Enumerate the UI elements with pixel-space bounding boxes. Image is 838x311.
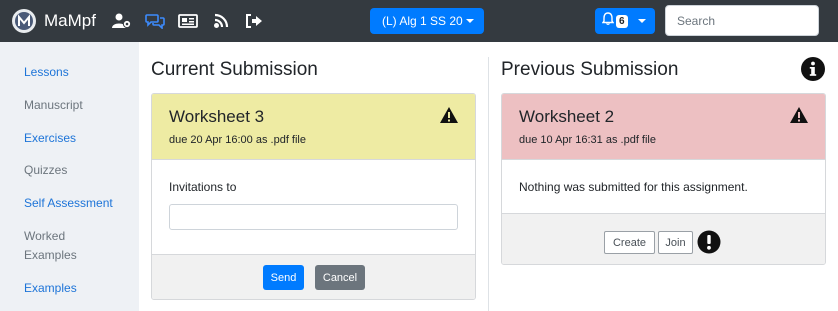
- send-button[interactable]: Send: [263, 265, 304, 290]
- sidebar-item-worked-examples: Worked Examples: [24, 229, 77, 262]
- user-cog-icon[interactable]: [111, 11, 132, 31]
- previous-submission-heading: Previous Submission: [501, 59, 679, 80]
- join-button[interactable]: Join: [658, 231, 693, 254]
- notification-count-badge: 6: [616, 14, 628, 28]
- info-icon[interactable]: [800, 56, 826, 82]
- search-input[interactable]: [665, 5, 819, 36]
- warning-icon: [789, 106, 809, 124]
- sidebar-item-exercises[interactable]: Exercises: [24, 129, 134, 148]
- warning-icon: [439, 106, 459, 124]
- previous-submission-footer: Create Join: [502, 213, 825, 264]
- notifications-button[interactable]: 6: [595, 8, 655, 34]
- current-worksheet-title: Worksheet 3: [169, 107, 265, 126]
- previous-due-date: due 10 Apr 16:31 as .pdf file: [519, 134, 656, 146]
- newspaper-icon[interactable]: [178, 11, 198, 31]
- bell-icon: [601, 12, 615, 30]
- sidebar-item-lessons[interactable]: Lessons: [24, 63, 134, 82]
- column-divider: [488, 57, 489, 311]
- mampf-logo-icon: [12, 9, 36, 33]
- sidebar-item-examples[interactable]: Examples: [24, 279, 134, 298]
- current-submission-card: Worksheet 3 due 20 Apr 16:00 as .pdf fil…: [151, 93, 476, 300]
- sidebar-item-quizzes: Quizzes: [24, 163, 68, 177]
- cancel-button[interactable]: Cancel: [315, 265, 365, 290]
- sign-out-icon[interactable]: [244, 11, 264, 31]
- exclamation-circle-icon[interactable]: [697, 230, 721, 254]
- sidebar: Lessons Manuscript Exercises Quizzes Sel…: [0, 42, 139, 311]
- chevron-down-icon: [466, 19, 474, 23]
- no-submission-message: Nothing was submitted for this assignmen…: [519, 180, 748, 194]
- brand-name: MaMpf: [44, 11, 96, 30]
- current-submission-header: Worksheet 3 due 20 Apr 16:00 as .pdf fil…: [152, 94, 475, 160]
- previous-worksheet-title: Worksheet 2: [519, 107, 615, 126]
- sidebar-item-manuscript: Manuscript: [24, 98, 83, 112]
- invitations-input[interactable]: [169, 204, 458, 230]
- chevron-down-icon: [638, 19, 646, 23]
- sidebar-item-self-assessment[interactable]: Self Assessment: [24, 194, 134, 213]
- blog-icon[interactable]: [211, 11, 231, 31]
- top-navbar: MaMpf (L) Alg 1 SS 20 6 Search: [0, 0, 838, 42]
- previous-submission-card: Worksheet 2 due 10 Apr 16:31 as .pdf fil…: [501, 93, 826, 265]
- brand[interactable]: MaMpf: [12, 9, 96, 33]
- current-due-date: due 20 Apr 16:00 as .pdf file: [169, 134, 306, 146]
- create-button[interactable]: Create: [604, 231, 655, 254]
- comments-icon[interactable]: [145, 11, 165, 31]
- lecture-select-label: (L) Alg 1 SS 20: [382, 14, 463, 28]
- current-submission-heading: Current Submission: [151, 59, 318, 80]
- invitations-label: Invitations to: [169, 180, 237, 194]
- current-submission-footer: Send Cancel: [152, 254, 475, 299]
- lecture-select-button[interactable]: (L) Alg 1 SS 20: [370, 8, 484, 34]
- previous-submission-header: Worksheet 2 due 10 Apr 16:31 as .pdf fil…: [502, 94, 825, 160]
